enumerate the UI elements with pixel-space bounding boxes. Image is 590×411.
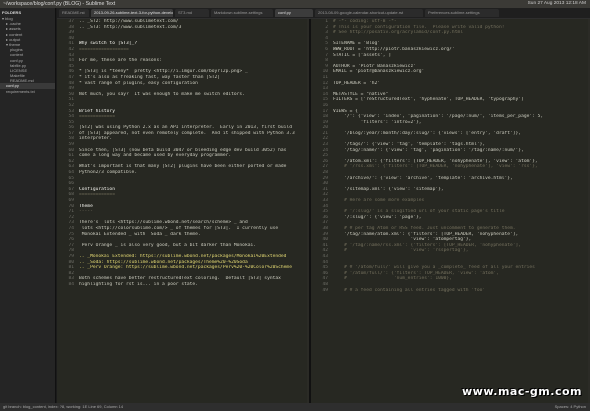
code-line[interactable]: # # a feed containing all entries tagged… (333, 288, 588, 294)
line-number: 49 (322, 287, 328, 293)
folder-tree: ▾ blog ▸ .cache ▸ assets ▸ content ▸ output ▾… (0, 16, 55, 94)
status-right[interactable]: Spaces: 4 Python (555, 403, 586, 411)
tab[interactable]: README.rst (59, 9, 89, 17)
line-number: 84 (68, 281, 74, 287)
sidebar-item[interactable]: requirements.txt (0, 89, 55, 94)
tab[interactable]: 2013-08-09-google-calendar-shortcut-upda… (315, 9, 423, 17)
left-editor-pane[interactable]: 37 38 39 40 41 42 43 44 45 46 47 48 49 50 51 52 53 54 55 56… (57, 19, 309, 403)
system-tray: Sun 27 Aug 2013 12:18 AM (522, 0, 586, 8)
line-number-gutter: 1 2 3 4 5 6 7 8 9 10 11 12 13 14 15 16 17 18 19 20 21 22 23 24 2… (311, 19, 331, 403)
tab[interactable]: 2013-09-26-sublime-text-3-for-python-dev… (91, 9, 173, 17)
python-code-view[interactable]: # -*- coding: utf-8 -*- # This is your co… (333, 19, 588, 293)
sidebar: FOLDERS ▾ blog ▸ .cache ▸ assets ▸ content ▸… (0, 8, 56, 403)
rst-code-view[interactable]: .. _ST2: http://www.sublimetext.com/.. _… (79, 19, 307, 288)
code-line[interactable]: of |ST3| appeared, not even remotely com… (79, 131, 307, 137)
watermark-text: www.mac-gm.com (462, 385, 582, 398)
code-line[interactable]: highlighting for rst is... in a poor sta… (79, 282, 307, 288)
code-line[interactable]: .. _Monokai Extended: https://sublime.wb… (79, 254, 307, 260)
window-title: ~/workspace/blog/conf.py (BLOG) - Sublim… (3, 1, 116, 7)
tab[interactable]: conf.py (275, 9, 313, 17)
clock[interactable]: Sun 27 Aug 2013 12:18 AM (528, 1, 586, 6)
tab[interactable]: ST3.md (175, 9, 209, 17)
tab[interactable]: Markdown.sublime-settings (211, 9, 273, 17)
status-left: git branch: blog_content, index: ?8, wor… (3, 404, 124, 409)
line-number-gutter: 37 38 39 40 41 42 43 44 45 46 47 48 49 50 51 52 53 54 55 56… (57, 19, 77, 403)
right-editor-pane[interactable]: 1 2 3 4 5 6 7 8 9 10 11 12 13 14 15 16 17 18 19 20 21 22 23 24 2… (311, 19, 590, 403)
status-bar: git branch: blog_content, index: ?8, wor… (0, 403, 590, 411)
code-line[interactable]: .. _Perv Orange: https://sublime.wbond.n… (79, 265, 307, 271)
window-title-bar: ~/workspace/blog/conf.py (BLOG) - Sublim… (0, 0, 590, 8)
tab[interactable]: Preferences.sublime-settings (425, 9, 499, 17)
tab-bar: README.rst 2013-09-26-sublime-text-3-for-… (57, 8, 590, 19)
code-line[interactable]: `lots <http://colorsublime.com/>`_ of th… (79, 226, 307, 232)
